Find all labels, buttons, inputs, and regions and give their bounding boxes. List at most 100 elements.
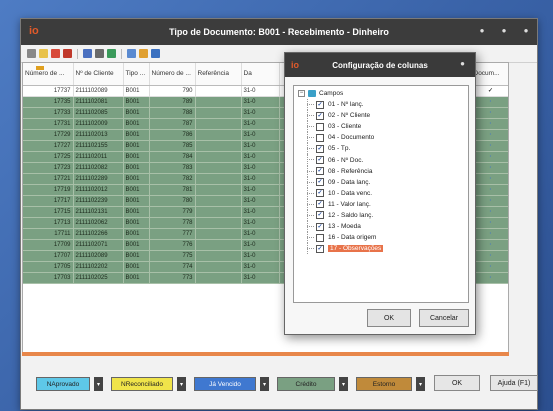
field-checkbox[interactable]: ✓ — [316, 144, 324, 153]
field-option[interactable]: ✓ 10 - Data venc. — [298, 187, 468, 199]
legend-item[interactable]: Estorno — [356, 377, 412, 391]
field-option[interactable]: ✓ 09 - Data lanç. — [298, 176, 468, 188]
fields-tree[interactable]: − Campos ✓ 01 - Nº lanç. ✓ 02 - Nº Cliente 0… — [293, 85, 469, 303]
chevron-down-icon[interactable]: ▾ — [177, 377, 186, 391]
field-option[interactable]: ✓ 17 - Observações — [298, 243, 468, 255]
column-header[interactable]: Da — [241, 63, 280, 86]
tools-icon[interactable] — [139, 49, 148, 58]
column-header[interactable]: Referência — [195, 63, 242, 86]
field-option[interactable]: 03 - Cliente — [298, 121, 468, 133]
dialog-close-icon[interactable]: ● — [460, 59, 465, 68]
field-checkbox[interactable] — [316, 233, 324, 242]
grid-scrollbar[interactable] — [22, 352, 509, 356]
table-cell: 784 — [149, 151, 196, 163]
edit-icon[interactable] — [51, 49, 60, 58]
dialog-ok-button[interactable]: OK — [367, 309, 411, 327]
field-option[interactable]: ✓ 02 - Nº Cliente — [298, 110, 468, 122]
field-checkbox[interactable]: ✓ — [316, 189, 324, 198]
field-checkbox[interactable]: ✓ — [316, 167, 324, 176]
field-checkbox[interactable] — [316, 122, 324, 131]
table-cell: 31-0 — [241, 228, 280, 240]
table-cell: 31-0 — [241, 239, 280, 251]
table-cell: 2111102013 — [73, 129, 124, 141]
field-option[interactable]: ✓ 01 - Nº lanç. — [298, 99, 468, 111]
table-cell: · — [471, 162, 508, 174]
field-label: 17 - Observações — [328, 245, 384, 253]
table-cell: · — [471, 195, 508, 207]
table-cell: B001 — [123, 206, 150, 218]
new-icon[interactable] — [39, 49, 48, 58]
folder-icon — [308, 90, 316, 97]
table-cell: B001 — [123, 129, 150, 141]
chevron-down-icon[interactable]: ▾ — [416, 377, 425, 391]
field-option[interactable]: ✓ 08 - Referência — [298, 165, 468, 177]
legend-item[interactable]: NAprovado — [36, 377, 90, 391]
table-cell: · — [471, 228, 508, 240]
table-cell: 17729 — [23, 129, 74, 141]
column-header[interactable]: Número de ... — [23, 63, 74, 86]
table-cell: 790 — [149, 85, 196, 97]
close-icon[interactable]: ● — [521, 26, 531, 36]
filter-icon[interactable] — [27, 49, 36, 58]
export-icon[interactable] — [95, 49, 104, 58]
table-cell — [195, 118, 242, 130]
table-cell: · — [471, 140, 508, 152]
table-cell: 17727 — [23, 140, 74, 152]
table-cell: 2111102062 — [73, 217, 124, 229]
field-checkbox[interactable]: ✓ — [316, 244, 324, 253]
table-cell: B001 — [123, 184, 150, 196]
column-header[interactable]: Tipo ... — [123, 63, 150, 86]
table-cell — [195, 140, 242, 152]
collapse-icon[interactable]: − — [298, 90, 305, 97]
table-cell: 17737 — [23, 85, 74, 97]
column-header[interactable]: Docum... — [471, 63, 508, 86]
field-option[interactable]: ✓ 11 - Valor lanç. — [298, 198, 468, 211]
chevron-down-icon[interactable]: ▾ — [260, 377, 269, 391]
maximize-icon[interactable]: ● — [499, 26, 509, 36]
dialog-cancel-button[interactable]: Cancelar — [419, 309, 469, 327]
column-drag-handle[interactable] — [36, 66, 44, 70]
field-option[interactable]: ✓ 06 - Nº Doc. — [298, 154, 468, 166]
table-cell: 2111102082 — [73, 162, 124, 174]
field-option[interactable]: 04 - Documento — [298, 132, 468, 144]
field-checkbox[interactable]: ✓ — [316, 200, 324, 209]
field-option[interactable]: ✓ 12 - Saldo lanç. — [298, 209, 468, 222]
chevron-down-icon[interactable]: ▾ — [339, 377, 348, 391]
minimize-icon[interactable]: ● — [477, 26, 487, 36]
column-header[interactable]: Nº de Cliente — [73, 63, 124, 86]
field-checkbox[interactable]: ✓ — [316, 222, 324, 231]
help-icon[interactable] — [151, 49, 160, 58]
title-bar: io Tipo de Documento: B001 - Recebimento… — [21, 19, 537, 45]
table-cell: B001 — [123, 140, 150, 152]
field-option[interactable]: 16 - Data origem — [298, 232, 468, 244]
chevron-down-icon[interactable]: ▾ — [94, 377, 103, 391]
field-option[interactable]: ✓ 13 - Moeda — [298, 221, 468, 233]
delete-icon[interactable] — [63, 49, 72, 58]
table-cell: · — [471, 129, 508, 141]
table-cell: 31-0 — [241, 118, 280, 130]
table-cell: 782 — [149, 173, 196, 185]
field-checkbox[interactable] — [316, 133, 324, 142]
field-checkbox[interactable]: ✓ — [316, 100, 324, 109]
tree-root[interactable]: − Campos — [298, 88, 468, 99]
table-cell: · — [471, 184, 508, 196]
legend-item[interactable]: NReconciliado — [111, 377, 173, 391]
help-button[interactable]: Ajuda (F1) — [490, 375, 538, 391]
columns-icon[interactable] — [127, 49, 136, 58]
field-option[interactable]: ✓ 05 - Tp. — [298, 143, 468, 155]
table-cell: 17711 — [23, 228, 74, 240]
field-checkbox[interactable]: ✓ — [316, 211, 324, 220]
field-checkbox[interactable]: ✓ — [316, 178, 324, 187]
refresh-icon[interactable] — [107, 49, 116, 58]
field-label: 11 - Valor lanç. — [328, 200, 371, 208]
table-cell: 785 — [149, 140, 196, 152]
legend-item[interactable]: Já Vencido — [194, 377, 256, 391]
ok-button[interactable]: OK — [434, 375, 480, 391]
column-header[interactable]: Número de ... — [149, 63, 196, 86]
table-cell: 31-0 — [241, 250, 280, 262]
legend-item[interactable]: Crédito — [277, 377, 335, 391]
print-icon[interactable] — [83, 49, 92, 58]
table-cell: 779 — [149, 206, 196, 218]
field-checkbox[interactable]: ✓ — [316, 156, 324, 165]
field-checkbox[interactable]: ✓ — [316, 111, 324, 120]
